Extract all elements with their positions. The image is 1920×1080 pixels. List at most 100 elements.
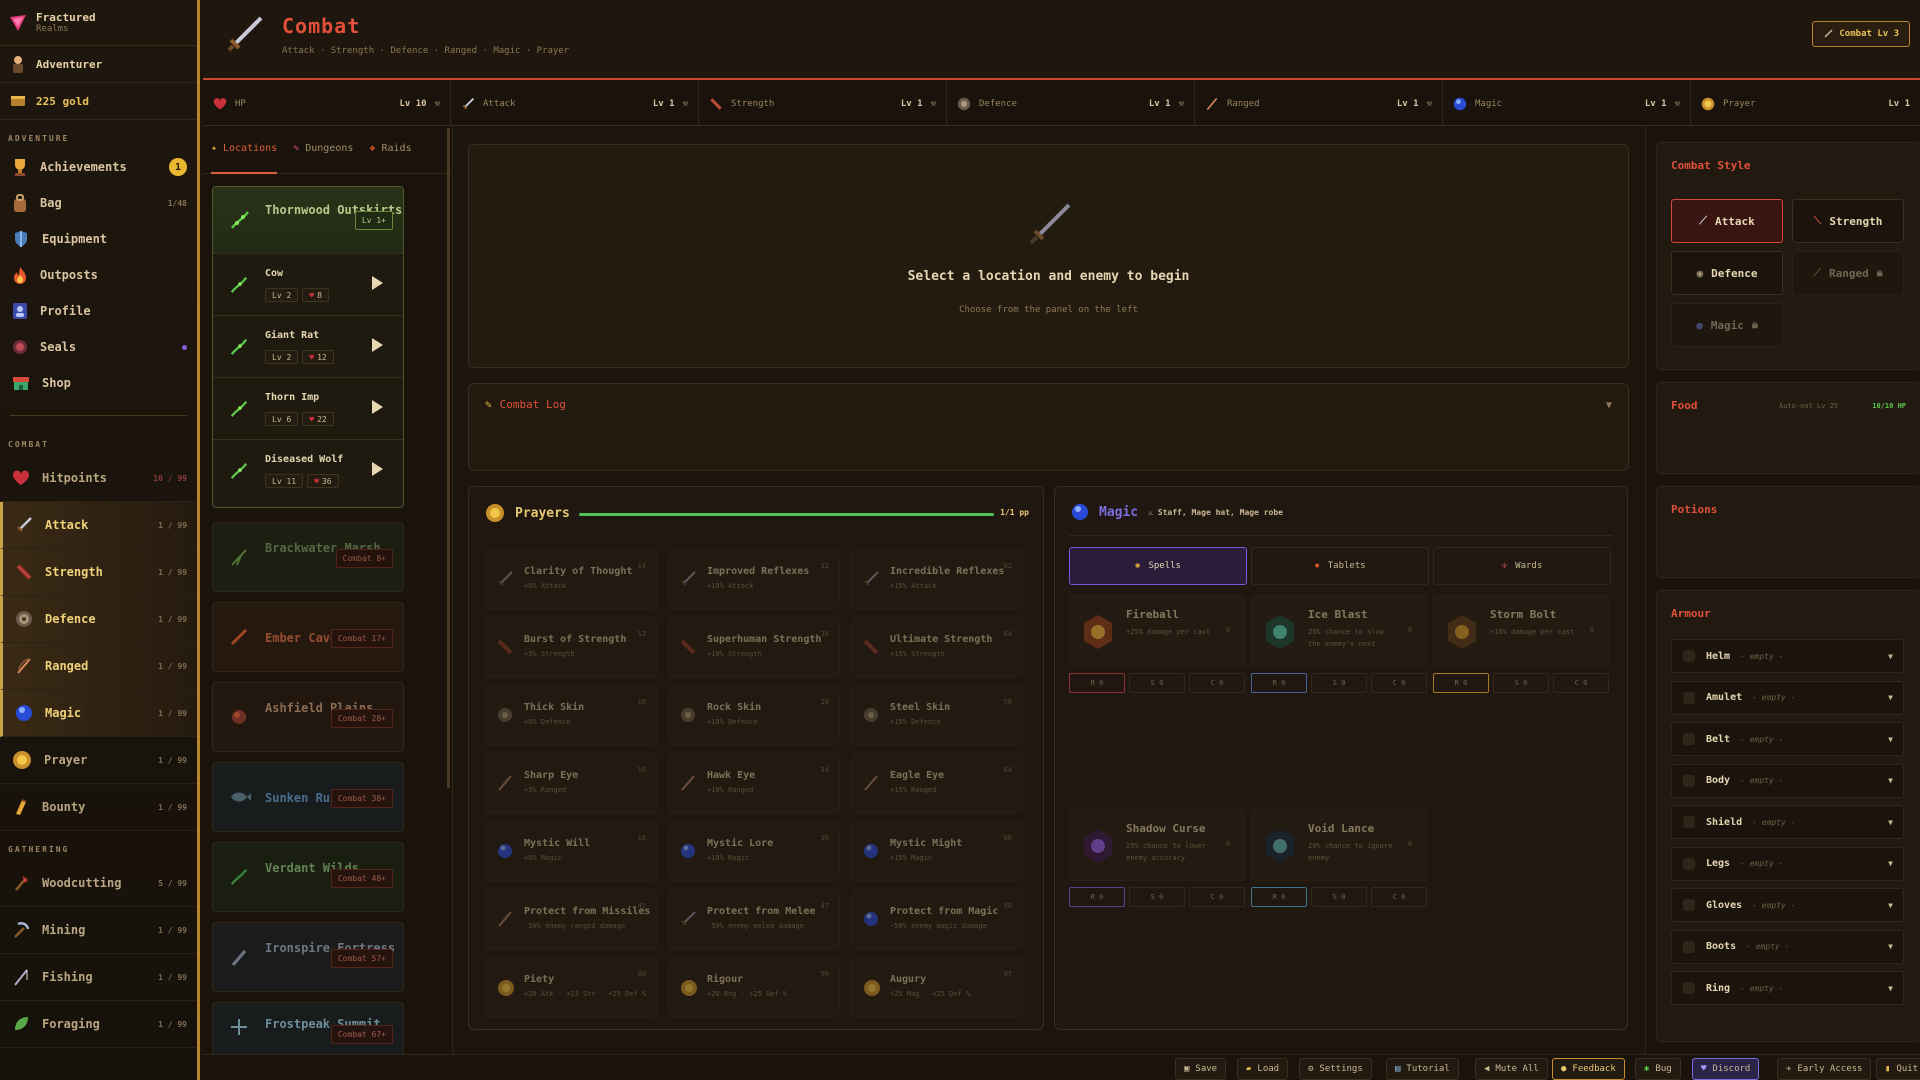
spell-storm-bolt[interactable]: Storm Bolt +10% damage per cast 0	[1433, 595, 1609, 667]
prayer-ultimate-strength[interactable]: Ultimate Strength +15% Strength 64	[851, 617, 1023, 677]
prayer-sharp-eye[interactable]: Sharp Eye +5% Ranged 16	[485, 753, 657, 813]
sidebar-item-bag[interactable]: Bag 1/48	[0, 185, 197, 221]
style-strength-button[interactable]: ⟍ Strength	[1792, 199, 1904, 243]
tab-spells[interactable]: ✺ Spells	[1069, 547, 1247, 585]
prayer-mystic-lore[interactable]: Mystic Lore +10% Magic 36	[668, 821, 840, 881]
enemy-giant-rat[interactable]: Giant Rat Lv 2 ♥ 12	[213, 315, 403, 377]
skill-fishing[interactable]: Fishing 1 / 99	[0, 954, 197, 1001]
chevron-down-icon[interactable]: ▼	[1888, 901, 1893, 910]
skill-ranged[interactable]: Ranged 1 / 99	[0, 643, 197, 690]
style-attack-button[interactable]: ⟋ Attack	[1671, 199, 1783, 243]
skill-hitpoints[interactable]: Hitpoints 10 / 99	[0, 455, 197, 502]
spell-shadow-curse[interactable]: Shadow Curse 25% chance to lower enemy ac…	[1069, 809, 1245, 881]
skill-mining[interactable]: Mining 1 / 99	[0, 907, 197, 954]
bug-button[interactable]: ✱ Bug	[1635, 1058, 1681, 1080]
enemy-cow[interactable]: Cow Lv 2 ♥ 8	[213, 253, 403, 315]
prayer-thick-skin[interactable]: Thick Skin +5% Defence 10	[485, 685, 657, 745]
settings-button[interactable]: ⚙ Settings	[1299, 1058, 1372, 1080]
location-frostpeak[interactable]: Frostpeak Summit Combat 67+	[212, 1002, 404, 1054]
chevron-down-icon[interactable]: ▼	[1888, 984, 1893, 993]
stat-ranged[interactable]: Ranged Lv 1 ⚒	[1195, 82, 1443, 125]
sidebar-item-profile[interactable]: Profile	[0, 293, 197, 329]
location-ironspire[interactable]: Ironspire Fortress Combat 57+	[212, 922, 404, 992]
tab-wards[interactable]: ✣ Wards	[1433, 547, 1611, 585]
save-button[interactable]: ▣ Save	[1175, 1058, 1227, 1080]
stat-attack[interactable]: Attack Lv 1 ⚒	[451, 82, 699, 125]
prayer-protect-from-missiles[interactable]: Protect from Missiles -50% enemy ranged d…	[485, 889, 657, 949]
skill-foraging[interactable]: Foraging 1 / 99	[0, 1001, 197, 1048]
prayer-rigour[interactable]: Rigour +20 Rng · +25 Def % 90	[668, 957, 840, 1017]
enemy-diseased-wolf[interactable]: Diseased Wolf Lv 11 ♥ 36	[213, 439, 403, 501]
skill-magic[interactable]: Magic 1 / 99	[0, 690, 197, 737]
tab-tablets[interactable]: ✹ Tablets	[1251, 547, 1429, 585]
prayer-superhuman-strength[interactable]: Superhuman Strength +10% Strength 38	[668, 617, 840, 677]
tab-dungeons[interactable]: ✎ Dungeons	[293, 126, 353, 174]
location-verdant-wilds[interactable]: Verdant Wilds Combat 48+	[212, 842, 404, 912]
chevron-down-icon[interactable]: ▼	[1606, 400, 1612, 411]
sidebar-item-seals[interactable]: Seals	[0, 329, 197, 365]
skill-attack[interactable]: Attack 1 / 99	[0, 502, 197, 549]
chevron-down-icon[interactable]: ▼	[1888, 776, 1893, 785]
prayer-burst-of-strength[interactable]: Burst of Strength +5% Strength 12	[485, 617, 657, 677]
sidebar-item-achievements[interactable]: Achievements 1	[0, 149, 197, 185]
play-icon[interactable]	[372, 462, 383, 476]
prayer-mystic-might[interactable]: Mystic Might +15% Magic 66	[851, 821, 1023, 881]
play-icon[interactable]	[372, 276, 383, 290]
style-magic-button[interactable]: ● Magic 🔒︎	[1671, 303, 1783, 347]
locations-scrollbar[interactable]	[447, 128, 450, 788]
quit-button[interactable]: ▮ Quit	[1876, 1058, 1920, 1080]
combat-log[interactable]: ✎ Combat Log ▼	[468, 383, 1629, 471]
style-ranged-button[interactable]: ⟋ Ranged 🔒︎	[1792, 251, 1904, 295]
tutorial-button[interactable]: ▤ Tutorial	[1386, 1058, 1459, 1080]
style-defence-button[interactable]: ◉ Defence	[1671, 251, 1783, 295]
spell-void-lance[interactable]: Void Lance 20% chance to ignore enemy 0	[1251, 809, 1427, 881]
stat-strength[interactable]: Strength Lv 1 ⚒	[699, 82, 947, 125]
prayer-piety[interactable]: Piety +20 Atk · +23 Str · +25 Def % 80	[485, 957, 657, 1017]
feedback-button[interactable]: ● Feedback	[1552, 1058, 1625, 1080]
chevron-down-icon[interactable]: ▼	[1888, 652, 1893, 661]
prayer-rock-skin[interactable]: Rock Skin +10% Defence 28	[668, 685, 840, 745]
spell-fireball[interactable]: Fireball +25% damage per cast 0	[1069, 595, 1245, 667]
chevron-down-icon[interactable]: ▼	[1888, 735, 1893, 744]
armour-slot-legs[interactable]: Legs - empty - ▼	[1671, 846, 1904, 881]
enemy-thorn-imp[interactable]: Thorn Imp Lv 6 ♥ 22	[213, 377, 403, 439]
prayer-eagle-eye[interactable]: Eagle Eye +15% Ranged 64	[851, 753, 1023, 813]
chevron-down-icon[interactable]: ▼	[1888, 859, 1893, 868]
stat-defence[interactable]: Defence Lv 1 ⚒	[947, 82, 1195, 125]
armour-slot-shield[interactable]: Shield - empty - ▼	[1671, 805, 1904, 839]
armour-slot-body[interactable]: Body - empty - ▼	[1671, 763, 1904, 798]
sidebar-item-outposts[interactable]: Outposts	[0, 257, 197, 293]
location-sunken-ruins[interactable]: Sunken Ruins Combat 38+	[212, 762, 404, 832]
chevron-down-icon[interactable]: ▼	[1888, 693, 1893, 702]
prayer-hawk-eye[interactable]: Hawk Eye +10% Ranged 34	[668, 753, 840, 813]
stat-prayer[interactable]: Prayer Lv 1	[1691, 82, 1920, 125]
armour-slot-amulet[interactable]: Amulet - empty - ▼	[1671, 680, 1904, 715]
location-brackwater[interactable]: Brackwater Marsh Combat 8+	[212, 522, 404, 592]
chevron-down-icon[interactable]: ▼	[1888, 942, 1893, 951]
location-ashfield[interactable]: Ashfield Plains Combat 28+	[212, 682, 404, 752]
stat-hp[interactable]: HP Lv 10 ⚒	[203, 82, 451, 125]
location-ember-caves[interactable]: Ember Caves Combat 17+	[212, 602, 404, 672]
discord-button[interactable]: ♥ Discord	[1692, 1058, 1760, 1080]
prayer-protect-from-magic[interactable]: Protect from Magic -50% enemy magic damag…	[851, 889, 1023, 949]
location-thornwood[interactable]: Thornwood Outskirts Lv 1+ Cow Lv 2 ♥ 8 Gia…	[212, 186, 404, 508]
prayer-improved-reflexes[interactable]: Improved Reflexes +10% Attack 32	[668, 549, 840, 609]
prayer-protect-from-melee[interactable]: Protect from Melee -50% enemy melee damag…	[668, 889, 840, 949]
skill-prayer[interactable]: Prayer 1 / 99	[0, 737, 197, 784]
prayer-incredible-reflexes[interactable]: Incredible Reflexes +15% Attack 62	[851, 549, 1023, 609]
armour-slot-helm[interactable]: Helm - empty - ▼	[1671, 639, 1904, 673]
armour-slot-ring[interactable]: Ring - empty - ▼	[1671, 971, 1904, 1005]
player-name-row[interactable]: Adventurer	[0, 46, 197, 83]
skill-strength[interactable]: Strength 1 / 99	[0, 549, 197, 596]
skill-bounty[interactable]: Bounty 1 / 99	[0, 784, 197, 831]
early-access-button[interactable]: ✈ Early Access	[1777, 1058, 1872, 1080]
tab-locations[interactable]: ✦ Locations	[211, 126, 278, 174]
stat-magic[interactable]: Magic Lv 1 ⚒	[1443, 82, 1691, 125]
armour-slot-boots[interactable]: Boots - empty - ▼	[1671, 929, 1904, 964]
skill-woodcutting[interactable]: Woodcutting 5 / 99	[0, 860, 197, 907]
armour-slot-gloves[interactable]: Gloves - empty - ▼	[1671, 888, 1904, 922]
sidebar-item-equipment[interactable]: Equipment	[0, 221, 197, 257]
chevron-down-icon[interactable]: ▼	[1888, 818, 1893, 827]
prayer-mystic-will[interactable]: Mystic Will +5% Magic 18	[485, 821, 657, 881]
spell-ice-blast[interactable]: Ice Blast 25% chance to slow the enemy's …	[1251, 595, 1427, 667]
